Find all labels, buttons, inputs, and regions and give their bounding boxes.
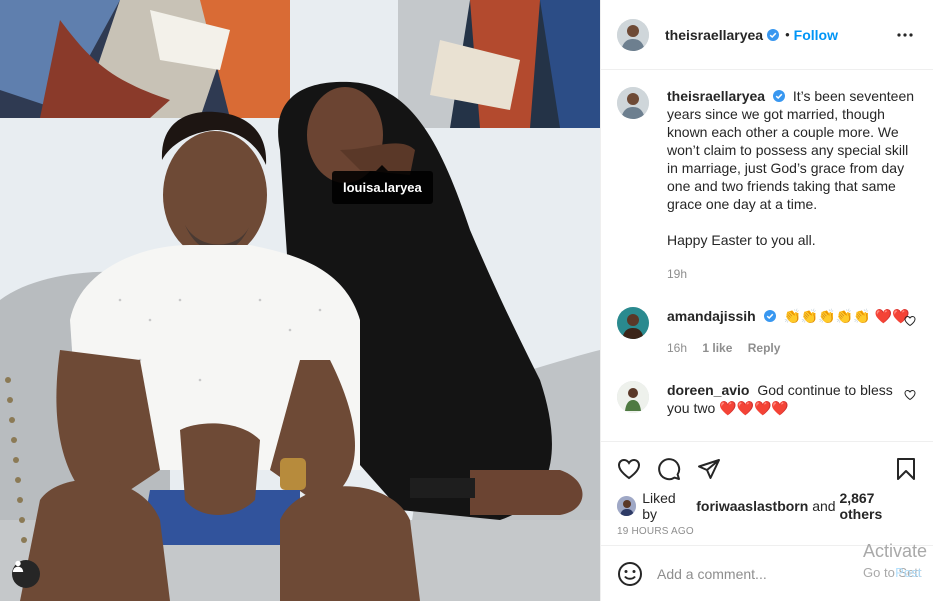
activate-windows-watermark: Activate Go to Sett Post [863,540,933,584]
comments-list[interactable]: theisraellaryea It’s been seventeen year… [601,71,933,441]
paper-plane-icon[interactable] [697,457,721,481]
emoji-smiley-icon[interactable] [617,561,643,587]
comment-text: 👏👏👏👏👏 ❤️❤️ [783,308,910,324]
add-comment-input[interactable]: Add a comment... [657,566,767,582]
comment-username[interactable]: doreen_avio [667,382,749,398]
comment-like-heart-icon[interactable] [904,389,916,401]
comment-item: doreen_avio God continue to bless you tw… [617,381,918,417]
liker-avatar[interactable] [617,496,637,516]
comment-time[interactable]: 16h [667,341,687,355]
author-username[interactable]: theisraellaryea [665,27,763,43]
post-actions: Liked by foriwaaslastborn and 2,867 othe… [601,441,933,537]
caption-username[interactable]: theisraellaryea [667,88,765,104]
comment-username[interactable]: amandajissih [667,308,756,324]
comment-like-heart-icon[interactable] [904,315,916,327]
liked-by-user[interactable]: foriwaaslastborn [696,498,808,514]
comment-item: amandajissih 👏👏👏👏👏 ❤️❤️ 16h 1 like Reply [617,307,918,357]
comment-likes[interactable]: 1 like [702,341,732,355]
photo-user-tag[interactable]: louisa.laryea [332,165,433,204]
reply-button[interactable]: Reply [748,341,781,355]
verified-badge-icon [767,28,780,41]
author-avatar[interactable] [617,18,649,51]
post-photo[interactable]: louisa.laryea [0,0,600,601]
post-date[interactable]: 19 HOURS AGO [617,526,918,537]
comment-meta: 16h 1 like Reply [667,339,917,357]
liked-by: Liked by foriwaaslastborn and 2,867 othe… [617,490,918,522]
caption: theisraellaryea It’s been seventeen year… [617,87,918,283]
separator-dot: • [785,27,790,42]
more-options-icon[interactable] [893,23,917,47]
liked-by-prefix: Liked by [642,490,676,522]
author-avatar[interactable] [617,87,649,119]
caption-text-2: Happy Easter to you all. [667,232,816,248]
commenter-avatar[interactable] [617,381,649,413]
user-tag-icon[interactable] [12,560,40,588]
comment-body: amandajissih 👏👏👏👏👏 ❤️❤️ 16h 1 like Reply [667,307,917,357]
comment-bubble-icon[interactable] [657,457,681,481]
caption-body: theisraellaryea It’s been seventeen year… [667,87,917,283]
commenter-avatar[interactable] [617,307,649,339]
photo-scene [0,0,600,601]
bookmark-icon[interactable] [894,457,918,481]
follow-button[interactable]: Follow [794,27,838,43]
liked-by-and: and [812,498,836,514]
comment-body: doreen_avio God continue to bless you tw… [667,381,917,417]
post-side-panel: theisraellaryea • Follow theisraellaryea… [600,0,933,601]
caption-time[interactable]: 19h [667,265,917,283]
post-button[interactable]: Post [895,565,921,580]
verified-badge-icon [763,310,776,322]
action-icons [617,442,918,496]
heart-icon[interactable] [617,457,641,481]
liked-by-others[interactable]: 2,867 others [839,490,918,522]
watermark-line-1: Activate [863,541,928,561]
verified-badge-icon [772,90,785,102]
post-header: theisraellaryea • Follow [601,0,933,70]
caption-text: It’s been seventeen years since we got m… [667,88,915,212]
